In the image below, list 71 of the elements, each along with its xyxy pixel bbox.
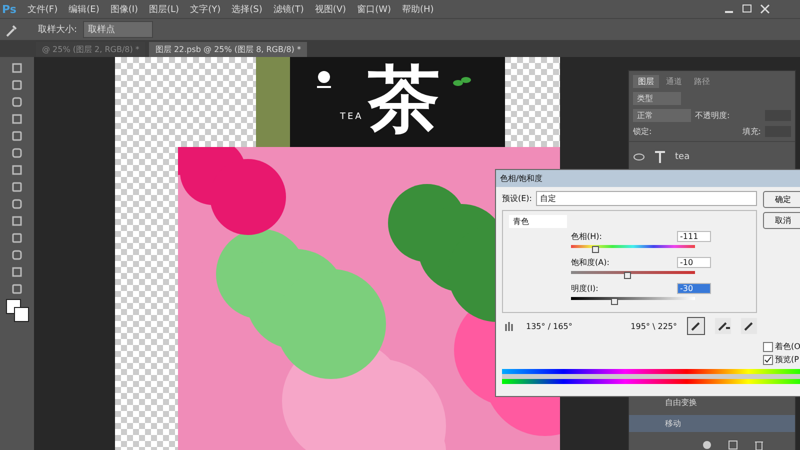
value-field[interactable]: -10 <box>677 257 711 268</box>
sample-size-label: 取样大小: <box>38 24 78 36</box>
tool-icon[interactable] <box>10 95 24 109</box>
maximize-icon[interactable] <box>742 4 752 14</box>
layer-filter-dropdown[interactable]: 类型 <box>633 92 681 105</box>
app-logo: Ps <box>2 2 16 16</box>
lock-label: 锁定: <box>633 126 652 137</box>
tool-icon[interactable] <box>10 180 24 194</box>
panel-tab[interactable]: 通道 <box>661 75 687 88</box>
checkbox[interactable]: 预览(P <box>763 354 800 365</box>
panel-tab[interactable]: 路径 <box>689 75 715 88</box>
tool-icon[interactable] <box>10 146 24 160</box>
color-swatches[interactable] <box>6 299 28 321</box>
panel-tab[interactable]: 图层 <box>633 75 659 88</box>
menu-item[interactable]: 选择(S) <box>232 2 262 16</box>
opacity-label: 不透明度: <box>695 110 730 121</box>
slider-thumb[interactable] <box>624 272 631 279</box>
tool-icon[interactable] <box>10 214 24 228</box>
layer-name: tea <box>675 152 690 162</box>
tool-icon[interactable] <box>10 197 24 211</box>
menu-item[interactable]: 图层(L) <box>149 2 180 16</box>
history-item[interactable]: 移动 <box>629 415 795 432</box>
dialog-title: 色相/饱和度 <box>496 170 800 187</box>
close-icon[interactable] <box>760 4 770 14</box>
tool-icon[interactable] <box>10 163 24 177</box>
range-text: 195° \ 225° <box>630 322 677 330</box>
slider-label: 饱和度(A): <box>571 257 610 268</box>
menu-item[interactable]: 窗口(W) <box>357 2 391 16</box>
menu-item[interactable]: 编辑(E) <box>68 2 100 16</box>
menu-item[interactable]: 文字(Y) <box>190 2 221 16</box>
tool-icon[interactable] <box>10 248 24 262</box>
tool-icon[interactable] <box>10 112 24 126</box>
slider-label: 明度(I): <box>571 283 598 294</box>
value-field[interactable]: -30 <box>677 283 711 294</box>
package-subtitle: TEA <box>340 112 364 122</box>
tool-icon[interactable] <box>10 129 24 143</box>
trash-icon[interactable] <box>753 439 765 450</box>
package-title: 茶 <box>368 59 440 139</box>
checkbox-box[interactable] <box>763 342 773 352</box>
text-layer-icon <box>653 150 667 164</box>
channel-dropdown[interactable]: 青色 <box>509 215 567 228</box>
slider-label: 色相(H): <box>571 231 602 242</box>
fill-label: 填充: <box>742 126 761 137</box>
dialog-button[interactable]: 确定 <box>763 191 800 208</box>
tool-icon[interactable] <box>10 265 24 279</box>
sample-size-dropdown[interactable]: 取样点 <box>83 21 154 38</box>
menu-item[interactable]: 帮助(H) <box>402 2 434 16</box>
eye-icon[interactable] <box>633 152 645 162</box>
menu-item[interactable]: 文件(F) <box>27 2 58 16</box>
preset-label: 预设(E): <box>502 193 532 204</box>
slider-thumb[interactable] <box>611 298 618 305</box>
dialog-button[interactable]: 取消 <box>763 212 800 229</box>
menu-item[interactable]: 滤镜(T) <box>273 2 304 16</box>
slider-thumb[interactable] <box>592 246 599 253</box>
eyedropper-icon[interactable] <box>687 317 705 335</box>
range-text: 135° / 165° <box>526 322 572 330</box>
new-document-icon[interactable] <box>727 439 739 450</box>
value-field[interactable]: -111 <box>677 231 711 242</box>
tool-icon[interactable] <box>10 61 24 75</box>
blend-mode-dropdown[interactable]: 正常 <box>633 109 691 122</box>
menu-item[interactable]: 图像(I) <box>110 2 138 16</box>
checkbox-box[interactable] <box>763 354 773 364</box>
document-tab[interactable]: 图层 22.psb @ 25% (图层 8, RGB/8) * <box>149 42 307 57</box>
tool-icon[interactable] <box>10 78 24 92</box>
snapshot-icon[interactable] <box>701 439 713 450</box>
tool-icon[interactable] <box>10 231 24 245</box>
preset-dropdown[interactable]: 自定 <box>536 191 757 206</box>
history-item[interactable]: 自由变换 <box>629 394 795 411</box>
menu-item[interactable]: 视图(V) <box>314 2 346 16</box>
tool-icon[interactable] <box>10 282 24 296</box>
checkbox[interactable]: 着色(O <box>763 341 800 352</box>
